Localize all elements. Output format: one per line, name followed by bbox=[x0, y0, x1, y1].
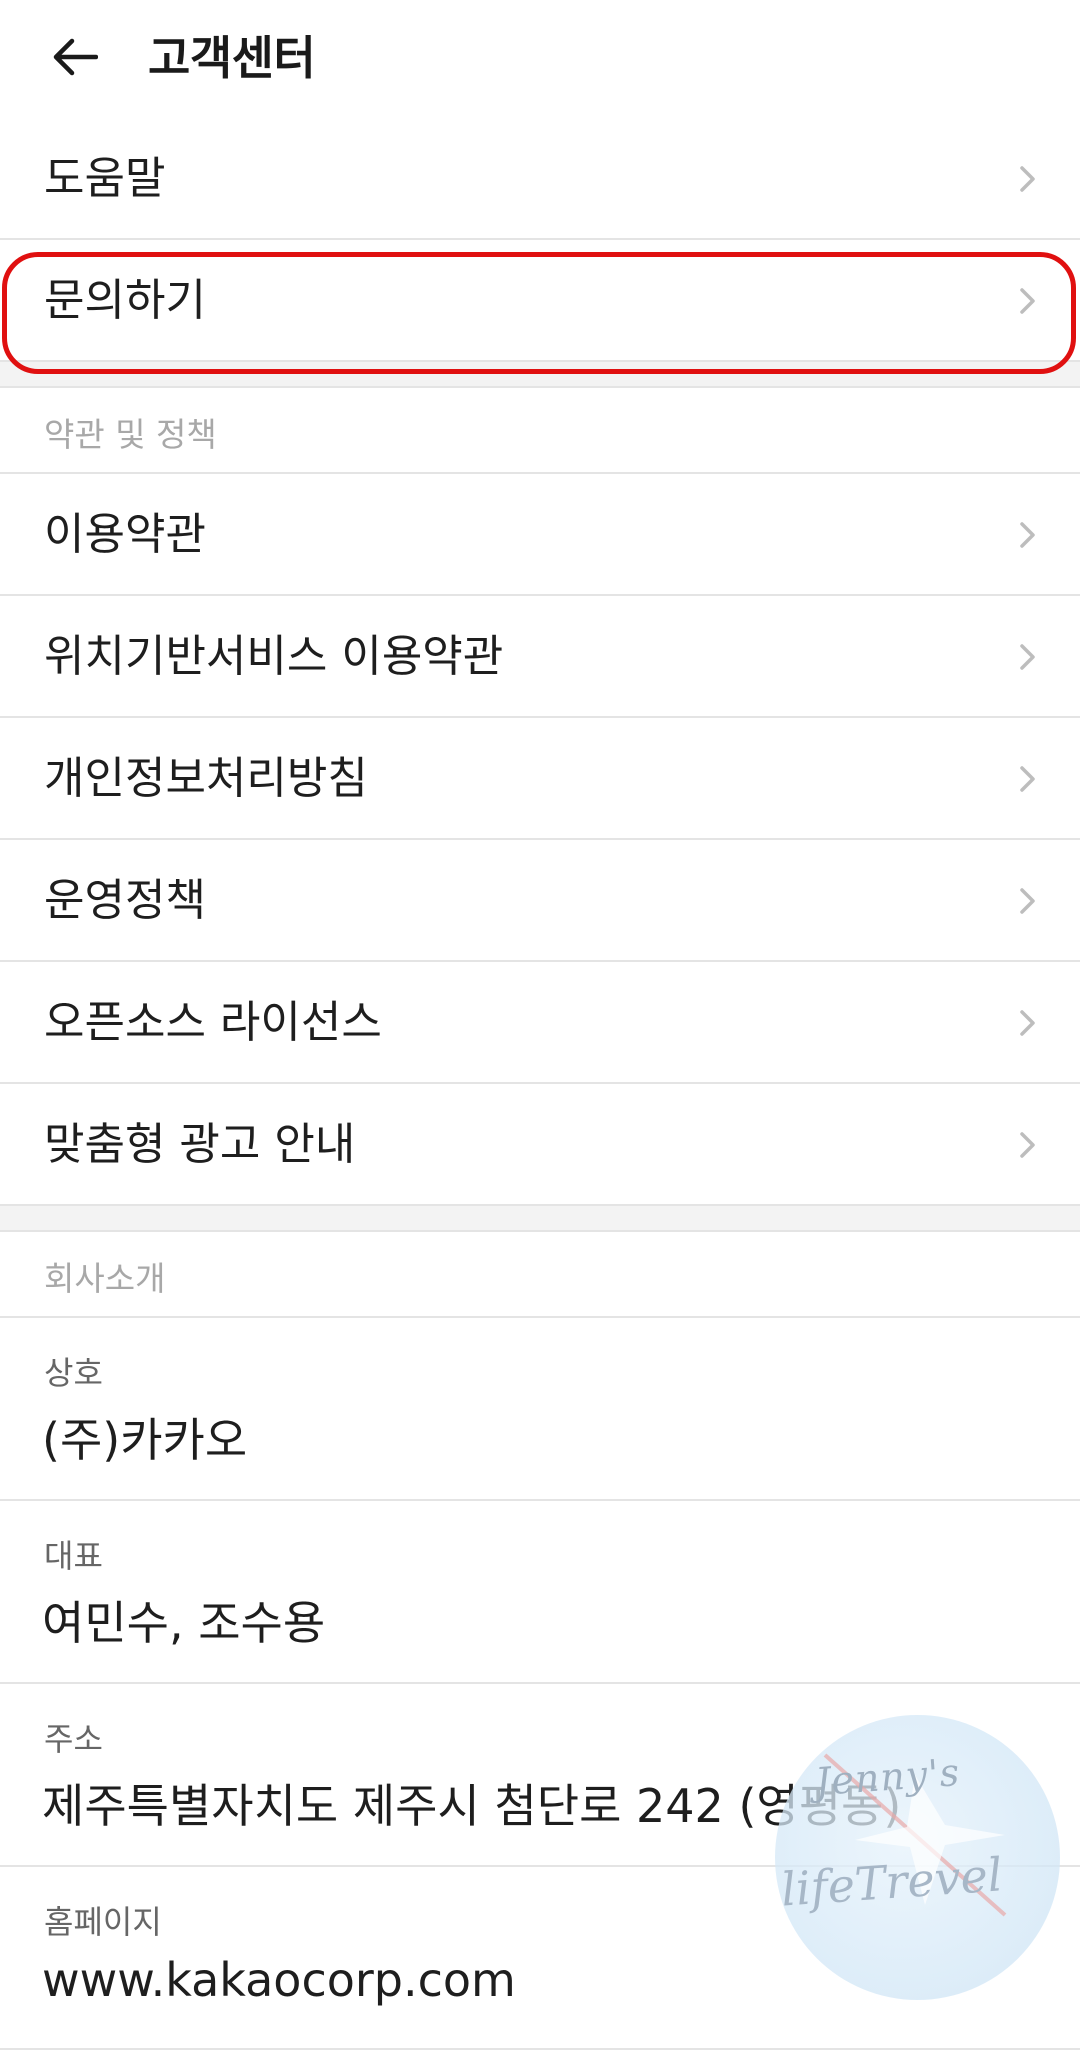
menu-item-label: 도움말 bbox=[44, 153, 166, 204]
company-info-name: 상호 (주)카카오 bbox=[0, 1318, 1080, 1501]
chevron-right-icon bbox=[1020, 166, 1035, 192]
company-info-ceo: 대표 여민수, 조수용 bbox=[0, 1501, 1080, 1684]
info-value: (주)카카오 bbox=[42, 1413, 248, 1467]
info-value: 제주특별자치도 제주시 첨단로 242 (영평동) bbox=[42, 1779, 902, 1833]
section-title: 약관 및 정책 bbox=[44, 415, 217, 454]
info-value: 여민수, 조수용 bbox=[42, 1596, 326, 1650]
menu-item-open-source-license[interactable]: 오픈소스 라이선스 bbox=[0, 962, 1080, 1084]
menu-item-location-terms[interactable]: 위치기반서비스 이용약관 bbox=[0, 596, 1080, 718]
company-info-homepage[interactable]: 홈페이지 www.kakaocorp.com bbox=[0, 1867, 1080, 2050]
menu-item-label: 이용약관 bbox=[44, 509, 206, 560]
company-info-address: 주소 제주특별자치도 제주시 첨단로 242 (영평동) bbox=[0, 1684, 1080, 1867]
back-button[interactable] bbox=[42, 24, 108, 90]
chevron-right-icon bbox=[1020, 522, 1035, 548]
homepage-link[interactable]: www.kakaocorp.com bbox=[42, 1953, 516, 2007]
info-label: 대표 bbox=[44, 1537, 103, 1575]
section-divider bbox=[0, 1206, 1080, 1232]
menu-item-terms[interactable]: 이용약관 bbox=[0, 474, 1080, 596]
chevron-right-icon bbox=[1020, 644, 1035, 670]
menu-item-help[interactable]: 도움말 bbox=[0, 118, 1080, 240]
menu-item-inquiry[interactable]: 문의하기 bbox=[0, 240, 1080, 362]
section-divider bbox=[0, 362, 1080, 388]
top-app-bar: 고객센터 bbox=[0, 0, 1080, 118]
menu-item-privacy-policy[interactable]: 개인정보처리방침 bbox=[0, 718, 1080, 840]
page-title: 고객센터 bbox=[148, 31, 316, 85]
info-label: 홈페이지 bbox=[44, 1903, 162, 1941]
menu-item-operation-policy[interactable]: 운영정책 bbox=[0, 840, 1080, 962]
section-header-policy: 약관 및 정책 bbox=[0, 388, 1080, 474]
menu-item-label: 운영정책 bbox=[44, 875, 206, 926]
info-label: 주소 bbox=[44, 1720, 103, 1758]
chevron-right-icon bbox=[1020, 1010, 1035, 1036]
menu-item-label: 맞춤형 광고 안내 bbox=[44, 1119, 356, 1170]
menu-item-custom-ads[interactable]: 맞춤형 광고 안내 bbox=[0, 1084, 1080, 1206]
menu-item-label: 문의하기 bbox=[44, 275, 206, 326]
menu-item-label: 개인정보처리방침 bbox=[44, 753, 368, 804]
menu-item-label: 오픈소스 라이선스 bbox=[44, 997, 382, 1048]
section-title: 회사소개 bbox=[44, 1259, 166, 1298]
arrow-left-icon bbox=[53, 38, 98, 76]
menu-item-label: 위치기반서비스 이용약관 bbox=[44, 631, 504, 682]
chevron-right-icon bbox=[1020, 1132, 1035, 1158]
chevron-right-icon bbox=[1020, 888, 1035, 914]
chevron-right-icon bbox=[1020, 288, 1035, 314]
section-header-company: 회사소개 bbox=[0, 1232, 1080, 1318]
info-label: 상호 bbox=[44, 1354, 103, 1392]
chevron-right-icon bbox=[1020, 766, 1035, 792]
